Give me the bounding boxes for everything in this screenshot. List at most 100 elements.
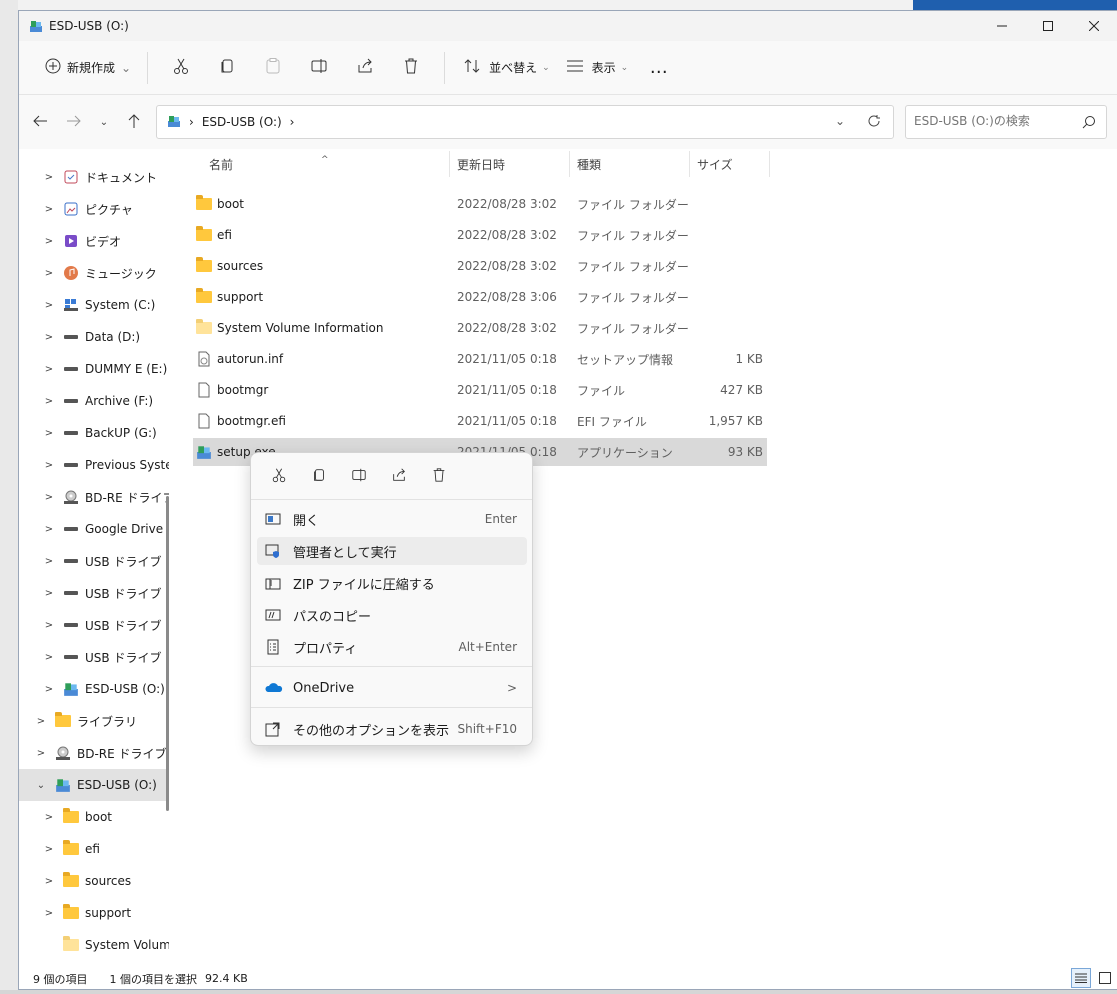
sidebar-item[interactable]: > USB ドライブ (M [19,609,169,641]
search-box[interactable] [905,105,1107,139]
sidebar-item[interactable]: > BD-RE ドライブ [19,481,169,513]
column-divider[interactable] [769,151,770,177]
forward-button[interactable] [63,111,85,133]
sidebar-item[interactable]: System Volume [19,929,169,961]
sidebar-item[interactable]: > USB ドライブ (L [19,577,169,609]
rename-button[interactable] [299,52,339,84]
sidebar-item[interactable]: > support [19,897,169,929]
chevron-right-icon[interactable]: > [43,460,55,471]
breadcrumb-drive[interactable]: ESD-USB (O:) [202,115,282,129]
up-button[interactable] [123,111,145,133]
chevron-right-icon[interactable]: > [43,492,55,503]
share-button[interactable] [345,52,385,84]
sidebar-item[interactable]: > ライブラリ [19,705,169,737]
sidebar-item[interactable]: > Previous System [19,449,169,481]
sidebar-item[interactable]: > ミュージック [19,257,169,289]
paste-button[interactable] [253,52,293,84]
cut-button[interactable] [161,52,201,84]
ctx-copy-button[interactable] [299,460,339,492]
file-row[interactable]: support 2022/08/28 3:06 ファイル フォルダー [193,283,767,311]
sidebar-item[interactable]: > boot [19,801,169,833]
context-menu-item[interactable]: ZIP ファイルに圧縮する [257,569,527,597]
chevron-right-icon[interactable]: > [43,396,55,407]
new-button[interactable]: 新規作成 ⌄ [39,52,137,84]
sidebar-item[interactable]: > BackUP (G:) [19,417,169,449]
column-name[interactable]: 名前 [209,149,233,179]
context-menu-item[interactable]: プロパティ Alt+Enter [257,633,527,661]
chevron-right-icon[interactable]: > [43,588,55,599]
maximize-button[interactable] [1025,11,1071,41]
chevron-right-icon[interactable]: > [43,684,55,695]
minimize-button[interactable] [979,11,1025,41]
sidebar-item[interactable]: > Archive (F:) [19,385,169,417]
tiles-view-button[interactable] [1097,970,1113,986]
sidebar-item[interactable]: > Data (D:) [19,321,169,353]
search-icon[interactable] [1082,115,1096,132]
ctx-delete-button[interactable] [419,460,459,492]
file-row[interactable]: bootmgr 2021/11/05 0:18 ファイル 427 KB [193,376,767,404]
sidebar-item[interactable]: > USB ドライブ (K [19,545,169,577]
search-input[interactable] [914,114,1074,128]
chevron-right-icon[interactable]: > [43,364,55,375]
sidebar-item[interactable]: > efi [19,833,169,865]
chevron-right-icon[interactable]: > [35,748,47,759]
chevron-right-icon[interactable]: > [43,332,55,343]
column-type[interactable]: 種類 [577,149,601,179]
column-divider[interactable] [689,151,690,177]
chevron-right-icon[interactable]: > [43,620,55,631]
chevron-right-icon[interactable]: › [290,115,295,129]
sidebar-scrollbar[interactable] [166,496,169,811]
sidebar-item[interactable]: > BD-RE ドライブ (I [19,737,169,769]
file-row[interactable]: boot 2022/08/28 3:02 ファイル フォルダー [193,190,767,218]
sidebar-item[interactable]: > System (C:) [19,289,169,321]
sidebar-item[interactable]: > ドキュメント [19,161,169,193]
sidebar-item[interactable]: > sources [19,865,169,897]
ctx-share-button[interactable] [379,460,419,492]
sidebar-item[interactable]: > DUMMY E (E:) [19,353,169,385]
context-menu-item[interactable]: 管理者として実行 [257,537,527,565]
chevron-right-icon[interactable]: > [43,268,55,279]
sidebar-item[interactable]: > ESD-USB (O:) [19,673,169,705]
column-divider[interactable] [569,151,570,177]
more-button[interactable]: … [639,52,679,84]
address-dropdown-icon[interactable]: ⌄ [835,114,845,128]
column-size[interactable]: サイズ [697,149,733,179]
chevron-right-icon[interactable]: > [43,876,55,887]
context-menu-item[interactable]: パスのコピー [257,601,527,629]
chevron-right-icon[interactable]: > [43,844,55,855]
file-row[interactable]: sources 2022/08/28 3:02 ファイル フォルダー [193,252,767,280]
context-menu-item[interactable]: OneDrive > [257,674,527,702]
chevron-right-icon[interactable]: > [43,652,55,663]
context-menu-item[interactable]: 開く Enter [257,505,527,533]
chevron-right-icon[interactable]: > [43,172,55,183]
address-bar[interactable]: › ESD-USB (O:) › ⌄ [156,105,894,139]
ctx-cut-button[interactable] [259,460,299,492]
sidebar-item[interactable]: > ピクチャ [19,193,169,225]
chevron-right-icon[interactable]: > [43,204,55,215]
file-row[interactable]: bootmgr.efi 2021/11/05 0:18 EFI ファイル 1,957 … [193,407,767,435]
file-row[interactable]: System Volume Information 2022/08/28 3:02… [193,314,767,342]
recent-button[interactable]: ⌄ [93,111,115,133]
sidebar-item[interactable]: > USB ドライブ (N [19,641,169,673]
sidebar-item[interactable]: > Google Drive [19,513,169,545]
file-row[interactable]: efi 2022/08/28 3:02 ファイル フォルダー [193,221,767,249]
chevron-right-icon[interactable]: > [43,556,55,567]
sidebar-item[interactable]: > ビデオ [19,225,169,257]
context-menu-item[interactable]: その他のオプションを表示 Shift+F10 [257,715,527,743]
column-divider[interactable] [449,151,450,177]
sidebar-item[interactable]: ⌄ ESD-USB (O:) [19,769,169,801]
column-date[interactable]: 更新日時 [457,149,505,179]
refresh-icon[interactable] [867,114,881,131]
back-button[interactable] [29,111,51,133]
file-row[interactable]: autorun.inf 2021/11/05 0:18 セットアップ情報 1 KB [193,345,767,373]
chevron-right-icon[interactable]: > [35,716,47,727]
ctx-rename-button[interactable] [339,460,379,492]
chevron-down-icon[interactable]: ⌄ [35,780,47,791]
view-button[interactable]: 表示 ⌄ [558,52,637,84]
chevron-right-icon[interactable]: > [43,812,55,823]
chevron-right-icon[interactable]: > [43,300,55,311]
chevron-right-icon[interactable]: > [43,236,55,247]
chevron-right-icon[interactable]: > [43,908,55,919]
details-view-button[interactable] [1071,968,1091,988]
copy-button[interactable] [207,52,247,84]
